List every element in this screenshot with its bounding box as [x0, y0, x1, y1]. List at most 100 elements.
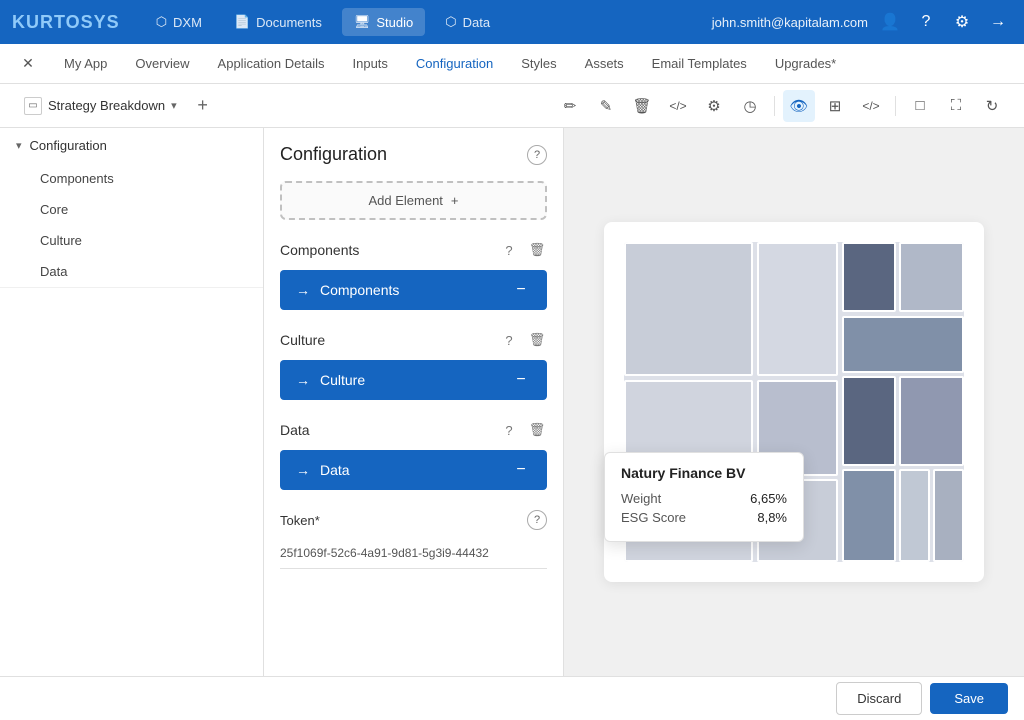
view-tool-button[interactable]: 👁	[783, 90, 815, 122]
culture-btn-left: → Culture	[296, 372, 365, 388]
database-icon: ⬡	[445, 14, 456, 30]
tooltip-label-weight: Weight	[621, 491, 661, 506]
config-section-title-culture: Culture	[280, 332, 325, 348]
config-section-culture: Culture ? 🗑 → Culture −	[280, 330, 547, 400]
config-section-data: Data ? 🗑 → Data −	[280, 420, 547, 490]
data-minus-icon: −	[511, 460, 531, 480]
sub-nav-upgrades[interactable]: Upgrades*	[763, 52, 848, 75]
user-avatar-icon[interactable]: 👤	[876, 8, 904, 36]
tooltip-value-weight: 6,65%	[750, 491, 787, 506]
tooltip-label-esg: ESG Score	[621, 510, 686, 525]
nav-item-data[interactable]: ⬡ Data	[433, 8, 502, 36]
toolbar-separator	[774, 96, 775, 116]
toolbar: ✏ ✎ 🗑 </> ⚙ ◷ 👁 ⊞ </> □ ⛶ ↻	[554, 90, 1008, 122]
desktop-tool-button[interactable]: □	[904, 90, 936, 122]
sidebar-section-configuration: ▾ Configuration Components Core Culture …	[0, 128, 263, 288]
sub-nav-my-app[interactable]: My App	[52, 52, 119, 75]
token-value: 25f1069f-52c6-4a91-9d81-5g3i9-44432	[280, 538, 547, 569]
code-tool-button[interactable]: </>	[662, 90, 694, 122]
culture-nav-button[interactable]: → Culture −	[280, 360, 547, 400]
nav-item-dxm[interactable]: ⬡ DXM	[144, 8, 214, 36]
tooltip-title: Natury Finance BV	[621, 465, 787, 481]
page-doc-icon: ▭	[24, 97, 42, 115]
culture-delete-icon[interactable]: 🗑	[527, 330, 547, 350]
help-icon[interactable]: ?	[912, 8, 940, 36]
sub-nav-email-templates[interactable]: Email Templates	[640, 52, 759, 75]
sidebar: ▾ Configuration Components Core Culture …	[0, 128, 264, 676]
history-tool-button[interactable]: ◷	[734, 90, 766, 122]
config-panel: Configuration ? Add Element + Components…	[264, 128, 564, 676]
culture-minus-icon: −	[511, 370, 531, 390]
discard-button[interactable]: Discard	[836, 682, 922, 715]
treemap-cell	[933, 469, 964, 562]
save-button[interactable]: Save	[930, 683, 1008, 714]
treemap-cell	[842, 316, 964, 374]
edit2-tool-button[interactable]: ✎	[590, 90, 622, 122]
logout-icon[interactable]: →	[984, 8, 1012, 36]
sub-nav-assets[interactable]: Assets	[573, 52, 636, 75]
chevron-down-icon: ▾	[171, 99, 177, 112]
components-help-icon[interactable]: ?	[499, 240, 519, 260]
main-area: ▾ Configuration Components Core Culture …	[0, 128, 1024, 676]
edit-tool-button[interactable]: ✏	[554, 90, 586, 122]
arrow-right-icon: →	[296, 282, 310, 298]
settings-tool-button[interactable]: ⚙	[698, 90, 730, 122]
page-name: Strategy Breakdown	[48, 98, 165, 113]
code2-tool-button[interactable]: </>	[855, 90, 887, 122]
monitor-icon: 🖥	[354, 14, 371, 30]
layers-icon: ⬡	[156, 14, 167, 30]
treemap-cell	[899, 242, 964, 312]
preview-panel: Natury Finance BV Weight 6,65% ESG Score…	[564, 128, 1024, 676]
token-section: Token* ? 25f1069f-52c6-4a91-9d81-5g3i9-4…	[280, 510, 547, 569]
arrow-right-icon: →	[296, 372, 310, 388]
tooltip-row-esg: ESG Score 8,8%	[621, 510, 787, 525]
sidebar-item-core[interactable]: Core	[0, 194, 263, 225]
delete-tool-button[interactable]: 🗑	[626, 90, 658, 122]
components-minus-icon: −	[511, 280, 531, 300]
settings-icon[interactable]: ⚙	[948, 8, 976, 36]
fullscreen-tool-button[interactable]: ⛶	[940, 90, 972, 122]
add-element-button[interactable]: Add Element +	[280, 181, 547, 220]
nav-item-studio[interactable]: 🖥 Studio	[342, 8, 425, 36]
add-page-button[interactable]: +	[189, 92, 217, 120]
token-label: Token* ?	[280, 510, 547, 530]
sub-nav-inputs[interactable]: Inputs	[341, 52, 400, 75]
sub-nav-styles[interactable]: Styles	[509, 52, 568, 75]
sidebar-section-label: Configuration	[30, 138, 107, 153]
culture-help-icon[interactable]: ?	[499, 330, 519, 350]
sub-nav-app-details[interactable]: Application Details	[206, 52, 337, 75]
sidebar-item-culture[interactable]: Culture	[0, 225, 263, 256]
page-tab[interactable]: ▭ Strategy Breakdown ▾	[16, 93, 185, 119]
data-nav-button[interactable]: → Data −	[280, 450, 547, 490]
sub-nav-overview[interactable]: Overview	[123, 52, 201, 75]
treemap-cell	[899, 376, 964, 466]
token-help-icon[interactable]: ?	[527, 510, 547, 530]
sub-nav-configuration[interactable]: Configuration	[404, 52, 505, 75]
config-help-icon[interactable]: ?	[527, 145, 547, 165]
sidebar-item-data[interactable]: Data	[0, 256, 263, 287]
treemap-cell	[757, 242, 839, 376]
tooltip: Natury Finance BV Weight 6,65% ESG Score…	[604, 452, 804, 542]
components-btn-left: → Components	[296, 282, 399, 298]
components-nav-button[interactable]: → Components −	[280, 270, 547, 310]
nav-right-area: john.smith@kapitalam.com 👤 ? ⚙ →	[712, 8, 1012, 36]
file-icon: 📄	[234, 14, 250, 30]
close-app-button[interactable]: ✕	[16, 52, 40, 76]
config-section-title-components: Components	[280, 242, 359, 258]
data-delete-icon[interactable]: 🗑	[527, 420, 547, 440]
config-section-actions-components: ? 🗑	[499, 240, 547, 260]
add-element-label: Add Element	[368, 193, 442, 208]
treemap-cell	[842, 242, 896, 312]
tooltip-row-weight: Weight 6,65%	[621, 491, 787, 506]
sub-navigation: ✕ My App Overview Application Details In…	[0, 44, 1024, 84]
sidebar-item-components[interactable]: Components	[0, 163, 263, 194]
components-delete-icon[interactable]: 🗑	[527, 240, 547, 260]
treemap-cell	[899, 469, 930, 562]
brand-logo: KURTOSYS	[12, 12, 120, 33]
filter-tool-button[interactable]: ⊞	[819, 90, 851, 122]
nav-item-documents[interactable]: 📄 Documents	[222, 8, 334, 36]
sidebar-section-header-configuration[interactable]: ▾ Configuration	[0, 128, 263, 163]
refresh-tool-button[interactable]: ↻	[976, 90, 1008, 122]
treemap-cell	[842, 469, 896, 562]
data-help-icon[interactable]: ?	[499, 420, 519, 440]
